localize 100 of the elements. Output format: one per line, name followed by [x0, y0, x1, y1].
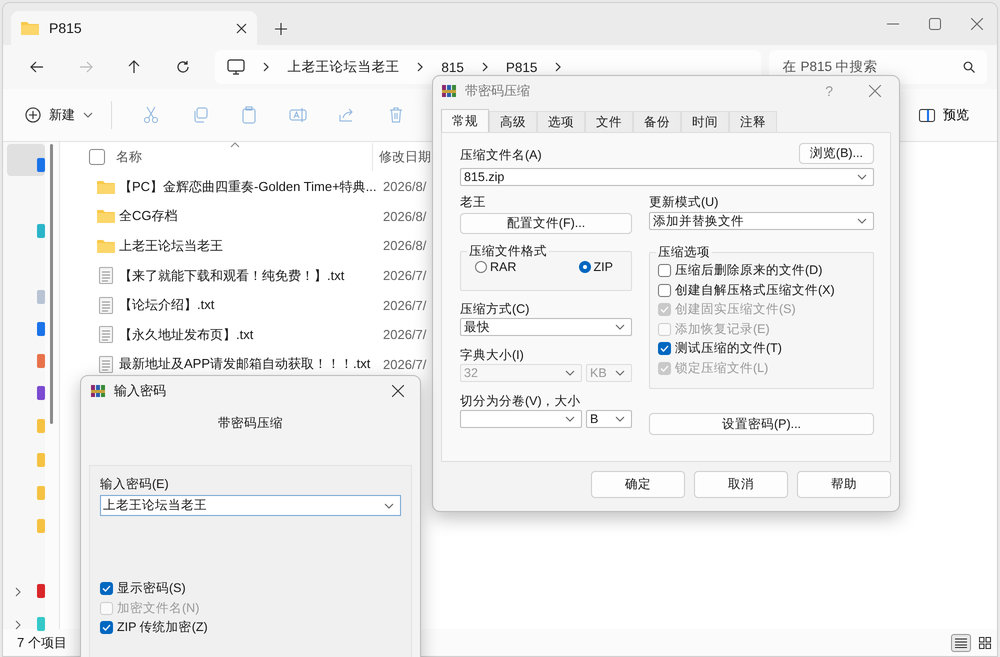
close-icon[interactable] [236, 22, 247, 34]
nav-item-icon[interactable] [37, 224, 45, 238]
up-arrow-icon[interactable] [128, 60, 140, 74]
folder-icon [97, 180, 115, 194]
selected-nav-item[interactable] [7, 144, 45, 176]
field-label: 压缩文件名(A) [460, 147, 542, 164]
breadcrumb[interactable]: P815 [506, 60, 538, 74]
dialog-tab[interactable]: 时间 [681, 111, 729, 132]
field-label: 更新模式(U) [649, 194, 720, 211]
radio-button[interactable] [578, 261, 591, 273]
group-title: 压缩文件格式 [468, 243, 548, 260]
nav-item-icon[interactable] [37, 584, 45, 598]
dialog-tab[interactable]: 备份 [633, 111, 681, 132]
checkbox[interactable] [100, 621, 113, 634]
chevron-right-icon [263, 62, 270, 72]
column-header[interactable]: 修改日期 [379, 148, 431, 166]
file-date: 2026/7/ [383, 268, 426, 284]
back-arrow-icon[interactable] [30, 61, 44, 73]
search-icon [963, 61, 976, 73]
checkbox[interactable] [658, 264, 671, 278]
file-name[interactable]: 【永久地址发布页】.txt [119, 326, 383, 344]
chevron-down-icon [565, 416, 575, 422]
tiles-view-icon[interactable] [979, 636, 991, 648]
file-name[interactable]: 【来了就能下载和观看！纯免费！】.txt [119, 266, 383, 285]
dialog-title: 带密码压缩 [465, 82, 531, 100]
window-tab[interactable]: P815 [11, 11, 257, 45]
file-date: 2026/7/ [383, 356, 426, 372]
dialog-subtitle: 带密码压缩 [218, 416, 283, 430]
select-all-checkbox[interactable] [89, 149, 105, 165]
password-field[interactable]: 上老王论坛当老王 [100, 495, 401, 516]
nav-item-icon[interactable] [37, 386, 45, 400]
sort-caret-icon [230, 142, 240, 148]
dialog-button[interactable]: 帮助 [797, 471, 891, 498]
dialog-tab[interactable]: 文件 [585, 111, 633, 132]
chevron-right-icon[interactable] [15, 587, 21, 597]
group-title: 压缩选项 [657, 244, 711, 261]
rename-icon[interactable] [288, 107, 306, 123]
nav-item-icon[interactable] [37, 158, 45, 172]
file-name[interactable]: 最新地址及APP请发邮箱自动获取！！！.txt [119, 355, 383, 374]
update-mode-dropdown[interactable]: 添加并替换文件 [649, 212, 874, 230]
file-name[interactable]: 全CG存档 [119, 207, 383, 226]
nav-item-icon[interactable] [37, 322, 45, 336]
file-date: 2026/7/ [383, 327, 426, 342]
unit-dropdown[interactable]: B [586, 410, 632, 428]
archive-books-icon [441, 83, 457, 99]
split-size-dropdown[interactable] [460, 410, 582, 428]
set-password-button[interactable]: 设置密码(P)... [649, 413, 874, 435]
chevron-right-icon [555, 62, 562, 72]
archive-name-dropdown[interactable]: 815.zip [460, 168, 874, 186]
field-label: 压缩方式(C) [460, 301, 530, 318]
column-header[interactable]: 名称 [116, 148, 372, 166]
file-date: 2026/8/ [383, 179, 426, 194]
checkbox-label: 压缩后删除原来的文件(D) [675, 262, 822, 280]
browse-button[interactable]: 浏览(B)... [798, 143, 874, 164]
checkbox-label: 加密文件名(N) [117, 600, 200, 617]
profiles-button[interactable]: 配置文件(F)... [460, 213, 632, 234]
text-file-icon [99, 356, 113, 373]
dialog-tab[interactable]: 选项 [537, 111, 585, 132]
radio-label: ZIP [594, 260, 613, 274]
breadcrumb[interactable]: 815 [441, 60, 464, 74]
new-button[interactable]: 新建 [21, 102, 97, 128]
checkbox[interactable] [658, 284, 671, 297]
chevron-down-icon [384, 502, 394, 508]
scrollbar-thumb[interactable] [50, 144, 53, 424]
file-name[interactable]: 【论坛介绍】.txt [119, 296, 383, 314]
preview-button[interactable]: 预览 [913, 105, 975, 125]
checkbox-label: 创建自解压格式压缩文件(X) [675, 282, 835, 299]
monitor-icon [227, 59, 246, 75]
radio-button[interactable] [475, 261, 487, 273]
maximize-icon[interactable] [929, 18, 941, 30]
list-lines-icon [955, 638, 967, 648]
breadcrumb[interactable]: 上老王论坛当老王 [287, 58, 400, 76]
method-dropdown[interactable]: 最快 [460, 318, 632, 336]
dialog-title: 输入密码 [114, 382, 167, 400]
forward-arrow-icon[interactable] [78, 61, 93, 73]
clipboard-icon[interactable] [242, 106, 256, 124]
scissors-icon[interactable] [142, 106, 158, 124]
nav-item-icon[interactable] [37, 354, 45, 368]
close-icon[interactable] [392, 385, 404, 397]
tab-title: P815 [49, 20, 83, 36]
dialog-button[interactable]: 确定 [591, 471, 685, 498]
checkbox[interactable] [100, 582, 113, 596]
checkbox-label: 锁定压缩文件(L) [675, 360, 768, 377]
dialog-button[interactable]: 取消 [694, 471, 788, 498]
chevron-right-icon[interactable] [15, 620, 21, 630]
file-date: 2026/8/ [383, 238, 426, 254]
share-icon[interactable] [338, 107, 354, 123]
copy-icon[interactable] [192, 107, 208, 123]
dialog-tab[interactable]: 注释 [729, 111, 777, 132]
details-view-button[interactable] [951, 634, 971, 652]
new-tab-icon[interactable] [275, 23, 287, 35]
checkbox-label: 创建固实压缩文件(S) [675, 301, 796, 318]
file-name[interactable]: 【PC】金辉恋曲四重奏-Golden Time+特典... [119, 178, 383, 196]
refresh-icon[interactable] [176, 60, 190, 74]
dialog-tab[interactable]: 高级 [489, 111, 537, 132]
dialog-tab[interactable]: 常规 [441, 109, 489, 132]
text-file-icon [99, 267, 113, 284]
checkbox[interactable] [658, 342, 671, 356]
file-name[interactable]: 上老王论坛当老王 [119, 236, 383, 255]
trash-icon[interactable] [388, 107, 402, 123]
